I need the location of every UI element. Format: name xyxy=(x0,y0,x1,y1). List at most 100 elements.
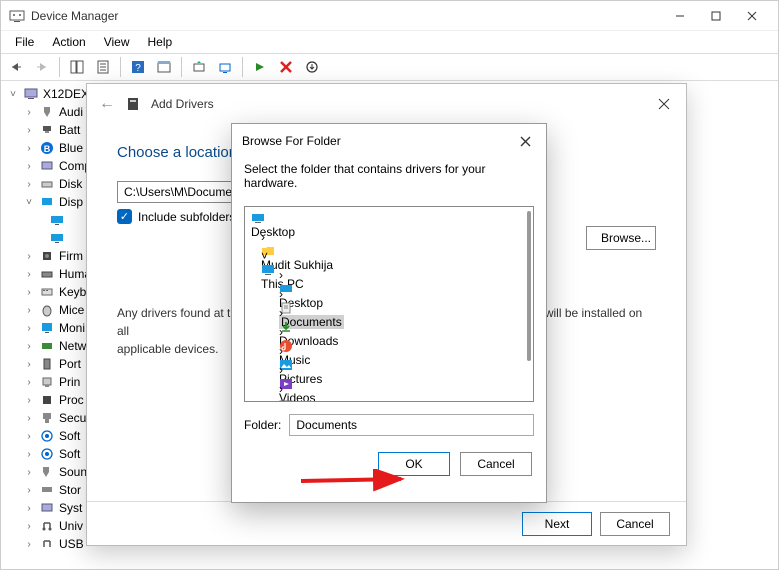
include-subfolders-checkbox[interactable]: ✓ xyxy=(117,209,132,224)
device-manager-window: Device Manager File Action View Help ? xyxy=(0,0,779,570)
help-icon[interactable]: ? xyxy=(127,56,149,78)
next-button[interactable]: Next xyxy=(522,512,592,536)
category-icon xyxy=(39,410,55,426)
expand-icon[interactable]: › xyxy=(279,268,283,282)
dialog-prompt: Select the folder that contains drivers … xyxy=(232,158,546,200)
folder-field-label: Folder: xyxy=(244,418,281,432)
menu-help[interactable]: Help xyxy=(140,33,181,51)
expand-icon[interactable]: › xyxy=(23,377,35,388)
localdisk-icon xyxy=(279,396,531,402)
expand-icon[interactable]: › xyxy=(279,306,283,320)
category-icon xyxy=(39,464,55,480)
enable-device-icon[interactable] xyxy=(249,56,271,78)
menu-view[interactable]: View xyxy=(96,33,138,51)
tree-item-label: Batt xyxy=(59,123,80,137)
expand-icon[interactable]: › xyxy=(23,269,35,280)
action-icon[interactable] xyxy=(153,56,175,78)
category-icon xyxy=(39,104,55,120)
category-icon xyxy=(39,320,55,336)
back-arrow-icon[interactable]: ← xyxy=(99,95,115,113)
expand-icon[interactable]: › xyxy=(23,395,35,406)
close-button[interactable] xyxy=(734,2,770,30)
node-desktop[interactable]: Desktop xyxy=(251,225,295,239)
expand-icon[interactable]: › xyxy=(23,485,35,496)
expand-icon[interactable]: › xyxy=(23,287,35,298)
dialog-cancel-button[interactable]: Cancel xyxy=(460,452,532,476)
tree-item-label: Stor xyxy=(59,483,81,497)
tree-item-label: Secu xyxy=(59,411,86,425)
tree-item-label: Port xyxy=(59,357,81,371)
expand-icon[interactable]: › xyxy=(279,287,283,301)
expand-icon[interactable]: › xyxy=(279,382,283,396)
expand-icon[interactable]: › xyxy=(23,431,35,442)
tree-item-label: Disk xyxy=(59,177,82,191)
ok-button[interactable]: OK xyxy=(378,452,450,476)
app-icon xyxy=(9,8,25,24)
browse-button[interactable]: Browse... xyxy=(586,226,656,250)
category-icon xyxy=(39,518,55,534)
expand-icon[interactable]: › xyxy=(23,359,35,370)
expand-icon[interactable]: ˅ xyxy=(23,197,35,208)
expand-icon[interactable]: › xyxy=(23,521,35,532)
category-icon xyxy=(39,122,55,138)
folder-input[interactable] xyxy=(289,414,534,436)
expand-icon[interactable]: › xyxy=(23,341,35,352)
expand-icon[interactable]: › xyxy=(23,107,35,118)
scan-hardware-icon[interactable] xyxy=(188,56,210,78)
tree-item-label: Soun xyxy=(59,465,87,479)
properties-icon[interactable] xyxy=(92,56,114,78)
expand-icon[interactable]: › xyxy=(23,125,35,136)
menubar: File Action View Help xyxy=(1,31,778,53)
window-title: Device Manager xyxy=(31,9,662,23)
expand-icon[interactable]: › xyxy=(279,344,283,358)
expand-icon[interactable]: › xyxy=(279,363,283,377)
category-icon xyxy=(39,482,55,498)
expand-icon[interactable]: › xyxy=(23,449,35,460)
tree-item-label: Proc xyxy=(59,393,84,407)
dialog-close-button[interactable] xyxy=(514,130,536,152)
category-icon xyxy=(39,158,55,174)
menu-file[interactable]: File xyxy=(7,33,42,51)
category-icon xyxy=(39,338,55,354)
back-button[interactable] xyxy=(5,56,27,78)
expand-icon[interactable]: › xyxy=(23,413,35,424)
expand-icon[interactable]: › xyxy=(23,467,35,478)
expand-icon[interactable]: › xyxy=(23,323,35,334)
category-icon xyxy=(39,428,55,444)
expand-icon[interactable]: › xyxy=(23,503,35,514)
node-videos[interactable]: Videos xyxy=(279,391,315,402)
expand-icon[interactable]: › xyxy=(23,305,35,316)
uninstall-device-icon[interactable] xyxy=(275,56,297,78)
tree-item-label: Disp xyxy=(59,195,83,209)
tree-item-label: Syst xyxy=(59,501,82,515)
tree-item-label: Netw xyxy=(59,339,86,353)
expand-icon[interactable]: › xyxy=(23,179,35,190)
expand-icon[interactable]: › xyxy=(23,539,35,550)
add-driver-icon[interactable] xyxy=(214,56,236,78)
titlebar: Device Manager xyxy=(1,1,778,31)
expand-icon[interactable]: › xyxy=(261,230,265,244)
tree-item-label: Blue xyxy=(59,141,83,155)
menu-action[interactable]: Action xyxy=(44,33,93,51)
drive-icon xyxy=(125,96,141,112)
browse-for-folder-dialog: Browse For Folder Select the folder that… xyxy=(231,123,547,503)
tree-item-label: Firm xyxy=(59,249,83,263)
collapse-icon[interactable]: ˅ xyxy=(261,249,268,263)
expand-icon[interactable]: › xyxy=(279,325,283,339)
forward-button[interactable] xyxy=(31,56,53,78)
minimize-button[interactable] xyxy=(662,2,698,30)
wizard-cancel-button[interactable]: Cancel xyxy=(600,512,670,536)
expand-icon[interactable]: › xyxy=(23,161,35,172)
scrollbar-thumb[interactable] xyxy=(527,211,531,361)
show-hide-console-icon[interactable] xyxy=(66,56,88,78)
category-icon xyxy=(39,446,55,462)
folder-tree[interactable]: Desktop › Mudit Sukhija ˅ This PC › Desk… xyxy=(244,206,534,402)
collapse-icon[interactable]: ˅ xyxy=(7,89,19,100)
tree-item-label: Soft xyxy=(59,429,80,443)
update-driver-icon[interactable] xyxy=(301,56,323,78)
expand-icon[interactable]: › xyxy=(23,143,35,154)
expand-icon[interactable]: › xyxy=(23,251,35,262)
wizard-close-button[interactable] xyxy=(652,92,676,116)
maximize-button[interactable] xyxy=(698,2,734,30)
dialog-title: Browse For Folder xyxy=(242,134,341,148)
